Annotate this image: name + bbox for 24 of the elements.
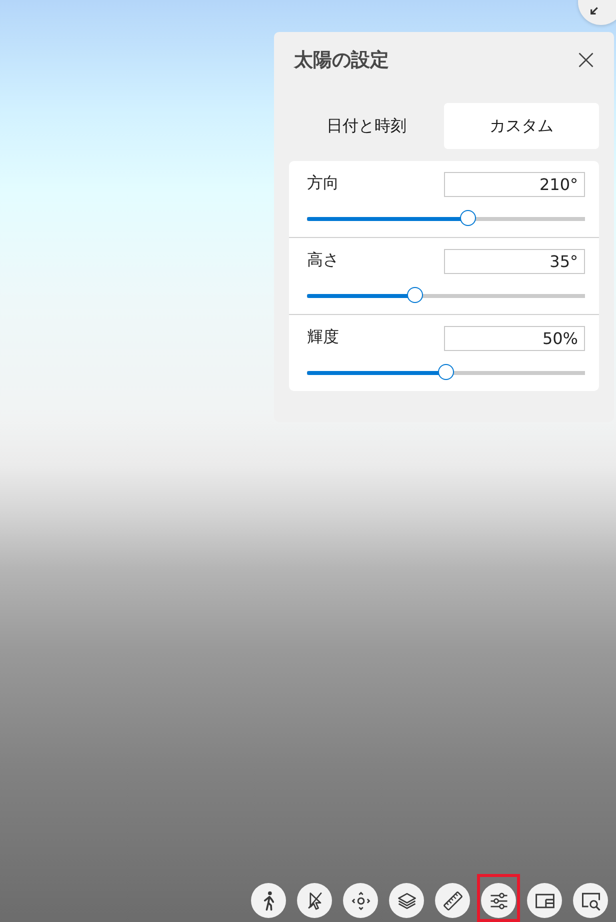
toolbar-button[interactable] [481,883,516,918]
toolbar-button[interactable] [527,883,562,918]
value-field[interactable]: 210° [444,172,585,197]
setting-label: 高さ [307,249,339,271]
value-field[interactable]: 35° [444,249,585,274]
panel-title: 太陽の設定 [294,48,389,73]
slider-thumb[interactable] [406,287,423,303]
tab[interactable]: カスタム [444,103,599,149]
toolbar-button[interactable] [297,883,332,918]
value-field[interactable]: 50% [444,326,585,351]
four-arrows-icon [350,890,372,912]
close-icon [577,51,595,69]
slider-thumb[interactable] [460,210,476,226]
slider-thumb[interactable] [438,364,454,380]
toolbar-button[interactable] [573,883,608,918]
close-button[interactable] [577,51,595,69]
setting-label: 輝度 [307,326,339,348]
toolbar-button[interactable] [251,883,286,918]
toolbar-button[interactable] [343,883,378,918]
toolbar-button[interactable] [389,883,424,918]
toolbar-button[interactable] [435,883,470,918]
setting-label: 方向 [307,172,339,194]
tab[interactable]: 日付と時刻 [289,103,444,149]
ruler-icon [442,890,464,912]
